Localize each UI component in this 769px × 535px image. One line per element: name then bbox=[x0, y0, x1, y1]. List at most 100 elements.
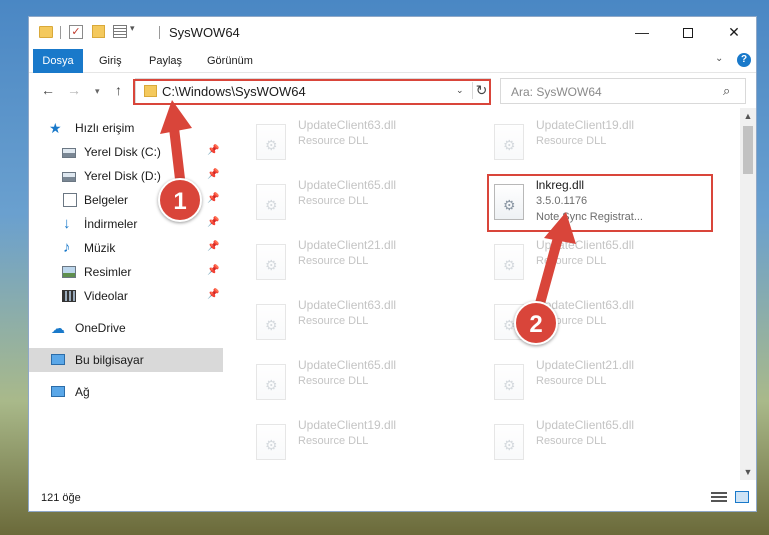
search-icon[interactable]: ⌕ bbox=[723, 83, 730, 99]
sidebar-item-quick-access[interactable]: ★ Hızlı erişim bbox=[29, 116, 223, 140]
tab-paylas[interactable]: Paylaş bbox=[141, 51, 190, 71]
dll-file-icon: ⚙ bbox=[256, 124, 286, 160]
file-version: Resource DLL bbox=[298, 315, 369, 327]
back-arrow-icon[interactable]: ← bbox=[41, 82, 55, 98]
sidebar-item-label: Müzik bbox=[84, 241, 116, 255]
scroll-thumb[interactable] bbox=[743, 126, 753, 174]
file-version: Resource DLL bbox=[536, 435, 607, 447]
download-icon: ↓ bbox=[63, 215, 71, 232]
sidebar-item-label: Hızlı erişim bbox=[75, 121, 135, 135]
sidebar-item-onedrive[interactable]: ☁ OneDrive bbox=[29, 316, 223, 340]
close-button[interactable]: ✕ bbox=[711, 17, 757, 47]
file-version: Resource DLL bbox=[536, 255, 607, 267]
pin-icon[interactable]: 📌 bbox=[207, 289, 219, 300]
forward-arrow-icon[interactable]: → bbox=[67, 82, 81, 98]
file-version: Resource DLL bbox=[298, 375, 369, 387]
dll-file-icon: ⚙ bbox=[256, 364, 286, 400]
file-version: Resource DLL bbox=[536, 375, 607, 387]
sidebar-item-label: Bu bilgisayar bbox=[75, 353, 144, 367]
file-item[interactable]: ⚙ UpdateClient65.dll Resource DLL bbox=[246, 356, 466, 408]
file-version: Resource DLL bbox=[298, 135, 369, 147]
gear-icon: ⚙ bbox=[265, 197, 278, 213]
tiles-view-icon[interactable] bbox=[735, 491, 749, 503]
file-item[interactable]: ⚙ UpdateClient65.dll Resource DLL bbox=[246, 176, 466, 228]
pin-icon[interactable]: 📌 bbox=[207, 169, 219, 180]
sidebar-item-label: Videolar bbox=[84, 289, 128, 303]
pin-icon[interactable]: 📌 bbox=[207, 265, 219, 276]
search-field[interactable]: Ara: SysWOW64 ⌕ bbox=[500, 78, 746, 104]
file-name: UpdateClient65.dll bbox=[298, 358, 397, 372]
pin-icon[interactable]: 📌 bbox=[207, 217, 219, 228]
window-title: SysWOW64 bbox=[169, 25, 240, 40]
dll-file-icon: ⚙ bbox=[256, 304, 286, 340]
folder-icon bbox=[39, 26, 53, 38]
sidebar-item-pictures[interactable]: Resimler 📌 bbox=[29, 260, 223, 284]
file-item[interactable]: ⚙ UpdateClient65.dll Resource DLL bbox=[484, 236, 704, 288]
tab-dosya[interactable]: Dosya bbox=[33, 49, 83, 73]
file-item[interactable]: ⚙ UpdateClient63.dll Resource DLL bbox=[246, 296, 466, 348]
sidebar-item-music[interactable]: ♪ Müzik 📌 bbox=[29, 236, 223, 260]
document-icon bbox=[63, 193, 77, 207]
file-name: UpdateClient65.dll bbox=[536, 238, 635, 252]
sidebar-item-label: Belgeler bbox=[84, 193, 129, 207]
file-highlight-box bbox=[487, 174, 713, 232]
file-item[interactable]: ⚙ UpdateClient65.dll Resource DLL bbox=[484, 416, 704, 468]
dll-file-icon: ⚙ bbox=[494, 424, 524, 460]
file-name: UpdateClient65.dll bbox=[298, 178, 397, 192]
pin-icon[interactable]: 📌 bbox=[207, 193, 219, 204]
tab-giris[interactable]: Giriş bbox=[91, 51, 130, 71]
sidebar-item-network[interactable]: Ağ bbox=[29, 380, 223, 404]
sidebar-item-label: OneDrive bbox=[75, 321, 126, 335]
details-view-icon[interactable] bbox=[711, 492, 727, 502]
file-name: UpdateClient63.dll bbox=[298, 118, 397, 132]
gear-icon: ⚙ bbox=[503, 137, 516, 153]
step-1-badge: 1 bbox=[158, 178, 202, 222]
pin-icon[interactable]: 📌 bbox=[207, 241, 219, 252]
sidebar-item-disk-c[interactable]: Yerel Disk (C:) 📌 bbox=[29, 140, 223, 164]
file-item[interactable]: ⚙ UpdateClient19.dll Resource DLL bbox=[246, 416, 466, 468]
help-icon[interactable]: ? bbox=[737, 53, 751, 67]
vertical-scrollbar[interactable]: ▲ ▼ bbox=[740, 108, 756, 480]
up-arrow-icon[interactable]: ↑ bbox=[115, 82, 122, 98]
new-folder-icon[interactable] bbox=[92, 25, 105, 38]
dll-file-icon: ⚙ bbox=[494, 364, 524, 400]
dll-file-icon: ⚙ bbox=[256, 424, 286, 460]
dll-file-icon: ⚙ bbox=[256, 244, 286, 280]
scroll-down-icon[interactable]: ▼ bbox=[740, 464, 756, 480]
search-placeholder: Ara: SysWOW64 bbox=[511, 85, 602, 99]
gear-icon: ⚙ bbox=[503, 437, 516, 453]
recent-locations-icon[interactable]: ▾ bbox=[95, 86, 100, 97]
gear-icon: ⚙ bbox=[503, 377, 516, 393]
sidebar-item-videos[interactable]: Videolar 📌 bbox=[29, 284, 223, 308]
quick-access-dropdown-icon[interactable]: ▾ bbox=[130, 23, 135, 39]
divider bbox=[60, 26, 61, 39]
minimize-button[interactable]: — bbox=[619, 17, 665, 47]
music-icon: ♪ bbox=[63, 239, 71, 256]
file-item[interactable]: ⚙ UpdateClient63.dll Resource DLL bbox=[246, 116, 466, 168]
file-name: UpdateClient19.dll bbox=[536, 118, 635, 132]
properties-icon[interactable] bbox=[113, 25, 127, 38]
file-item[interactable]: ⚙ UpdateClient21.dll Resource DLL bbox=[246, 236, 466, 288]
explorer-window: ✓ ▾ SysWOW64 — ✕ Dosya Giriş Paylaş Görü… bbox=[28, 16, 757, 512]
computer-icon bbox=[51, 354, 65, 365]
sidebar-item-this-pc[interactable]: Bu bilgisayar bbox=[29, 348, 223, 372]
tab-gorunum[interactable]: Görünüm bbox=[199, 51, 261, 71]
gear-icon: ⚙ bbox=[265, 137, 278, 153]
ribbon-expand-icon[interactable]: ⌄ bbox=[715, 53, 723, 64]
file-item[interactable]: ⚙ UpdateClient19.dll Resource DLL bbox=[484, 116, 704, 168]
maximize-button[interactable] bbox=[665, 17, 711, 47]
properties-check-icon[interactable]: ✓ bbox=[69, 25, 83, 39]
file-version: Resource DLL bbox=[298, 195, 369, 207]
file-version: Resource DLL bbox=[298, 435, 369, 447]
pin-icon[interactable]: 📌 bbox=[207, 145, 219, 156]
scroll-up-icon[interactable]: ▲ bbox=[740, 108, 756, 124]
item-count: 121 öğe bbox=[41, 492, 81, 504]
file-item[interactable]: ⚙ UpdateClient21.dll Resource DLL bbox=[484, 356, 704, 408]
network-icon bbox=[51, 386, 65, 397]
sidebar-item-label: Ağ bbox=[75, 385, 90, 399]
gear-icon: ⚙ bbox=[265, 377, 278, 393]
gear-icon: ⚙ bbox=[503, 257, 516, 273]
file-version: Resource DLL bbox=[298, 255, 369, 267]
gear-icon: ⚙ bbox=[265, 437, 278, 453]
cloud-icon: ☁ bbox=[51, 320, 65, 336]
